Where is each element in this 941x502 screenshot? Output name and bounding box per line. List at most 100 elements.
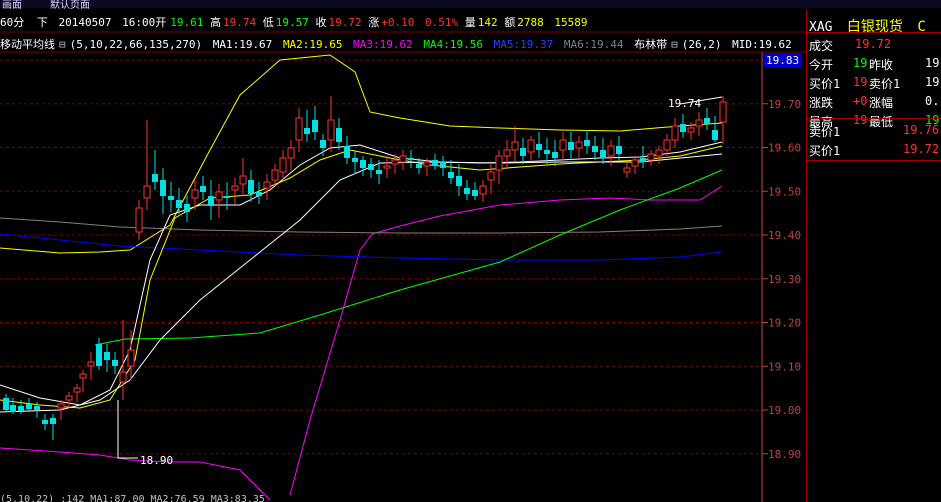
candle-body [18,406,24,411]
ma-params[interactable]: (5,10,22,66,135,270) [70,38,202,51]
candle-body [680,124,686,132]
candle-body [3,398,9,410]
quote-label: 涨跌 [809,96,834,110]
candle-body [127,349,135,367]
candle-body [695,119,703,127]
boll-mid-line [0,153,723,413]
quote-value: 19. [925,75,941,89]
candle-body [208,196,214,206]
quote-row: 成交 19.72 [809,37,941,54]
period-label[interactable]: 60分 [0,16,24,29]
amount-label: 额 [504,16,516,29]
boll-indicator-name[interactable]: 布林带 [634,38,667,51]
candle-body [616,146,622,154]
close-label: 收 [315,16,327,29]
candle-body [96,344,102,366]
candle-body [287,147,295,159]
candle-body [34,406,40,410]
candle-body [432,160,438,166]
candle-body [65,395,73,401]
candle-body [495,155,503,171]
buy1-label: 买价1 [809,144,841,158]
ma-indicator-name[interactable]: 移动平均线 [0,38,55,51]
candle-body [544,150,550,154]
candle-body [57,403,65,409]
ma6-line [0,217,723,234]
low-marker-label: 18.90 [140,454,173,467]
candle-body [50,418,56,424]
candle-body [383,165,391,169]
candle-body [527,139,535,153]
quote-row: 涨跌 +0. 涨幅 0. [809,94,941,111]
ma-collapse-icon[interactable]: ⊟ [59,38,66,51]
y-axis-label: 19.20 [768,317,801,330]
quote-value: 0. [925,94,940,108]
candle-body [719,101,727,123]
quote-value: 19. [925,56,941,70]
boll-params[interactable]: (26,2) [682,38,722,51]
candle-body [511,141,519,151]
current-price-label: 19.83 [766,54,799,67]
candle-body [168,196,174,200]
buy1-value: 19.72 [903,142,940,156]
boll-mid-value: MID:19.62 [732,38,792,51]
ma1-value: MA1:19.67 [212,38,273,51]
quote-label: 买价1 [809,77,841,91]
candle-body [448,172,454,178]
y-axis-label: 19.00 [768,404,801,417]
candle-body [464,188,470,194]
candle-body [119,371,127,383]
sell1-label: 卖价1 [809,125,841,139]
quote-value: 19.72 [855,37,892,51]
candle-body [503,149,511,157]
sub-indicator-bar: (5,10,22) :142 MA1:87.00 MA2:76.59 MA3:8… [0,494,265,502]
candle-body [104,352,110,360]
candle-body [263,181,271,189]
candle-body [552,152,558,158]
candle-body [399,155,407,163]
candle-body [479,185,487,195]
boll-collapse-icon[interactable]: ⊟ [671,38,678,51]
ma4-line [94,169,723,346]
candle-body [623,167,631,173]
candle-body [160,180,166,196]
ma1-line [0,141,723,406]
candle-body [215,191,223,201]
candle-body [600,150,606,158]
candle-body [79,373,87,379]
candle-body [584,140,590,146]
y-axis-label: 19.40 [768,229,801,242]
candle-body [248,180,254,194]
candle-body [487,171,495,181]
candle-body [344,146,350,158]
buy1-row: 买价1 19.72 [809,142,941,159]
y-axis-label: 19.50 [768,185,801,198]
candle-body [191,189,199,199]
panel-divider [807,118,941,119]
high-value: 19.74 [222,16,257,29]
candle-body [312,120,318,132]
candle-body [520,148,526,156]
high-marker-label: 19.74 [668,97,701,110]
date-label: 20140507 [58,16,112,29]
candle-body [391,159,399,165]
open-interest-value: 15589 [554,16,588,29]
candle-body [304,128,310,134]
candle-body [200,186,206,192]
quote-label: 成交 [809,39,834,53]
candle-body [575,141,583,149]
candle-body [712,130,718,140]
volume-label: 量 [464,16,476,29]
candlestick-chart[interactable]: 19.8019.7019.6019.5019.4019.3019.2019.10… [0,0,941,502]
candle-body [42,420,48,424]
y-axis-label: 19.60 [768,142,801,155]
quote-label: 涨幅 [869,96,894,110]
quote-label: 今开 [809,58,834,72]
candle-body [472,190,478,196]
volume-value: 142 [477,16,498,29]
quote-panel: XAG 白银现货 C 成交19.72今开19.昨收19.买价119.卖价119.… [806,10,941,502]
candle-body [607,145,615,157]
sell1-row: 卖价1 19.76 [809,123,941,140]
low-label: 低 [262,16,274,29]
candle-body [184,204,190,212]
